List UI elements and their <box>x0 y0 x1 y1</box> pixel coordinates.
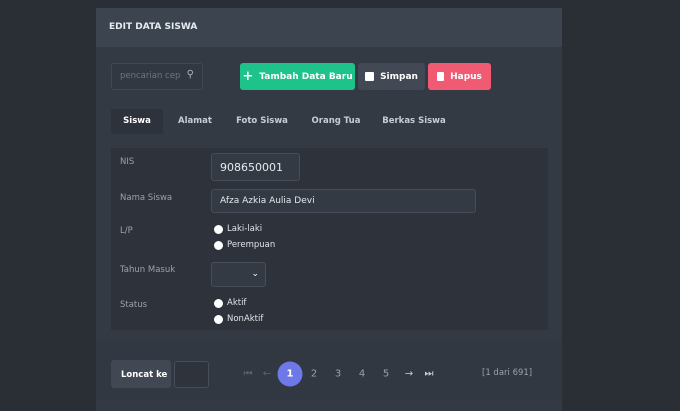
plus-icon: + <box>242 69 254 84</box>
radio-perempuan[interactable]: Perempuan <box>214 240 275 250</box>
tab-berkas-siswa[interactable]: Berkas Siswa <box>378 109 450 134</box>
delete-label: Hapus <box>450 71 482 82</box>
radio-nonaktif[interactable]: NonAktif <box>214 314 263 324</box>
radio-laki-laki[interactable]: Laki-laki <box>214 224 262 234</box>
form-area <box>111 148 548 330</box>
radio-label: Perempuan <box>227 240 276 250</box>
nis-label: NIS <box>120 157 135 167</box>
search-icon: ⚲ <box>186 69 194 80</box>
first-page-icon[interactable]: ⏮ <box>244 369 253 380</box>
last-page-icon[interactable]: ⏭ <box>425 369 434 380</box>
radio-circle <box>214 240 223 250</box>
tab-orang-tua[interactable]: Orang Tua <box>306 109 366 134</box>
radio-label: Laki-laki <box>227 224 263 234</box>
tab-foto-siswa[interactable]: Foto Siswa <box>230 109 294 134</box>
next-page-icon[interactable]: → <box>405 369 413 380</box>
jump-input[interactable] <box>174 361 209 388</box>
lp-label: L/P <box>120 226 133 236</box>
tab-alamat[interactable]: Alamat <box>170 109 220 134</box>
save-button[interactable]: Simpan <box>358 63 425 90</box>
delete-button[interactable]: Hapus <box>428 63 491 90</box>
page-2[interactable]: 2 <box>311 369 317 380</box>
jump-button[interactable]: Loncat ke <box>111 360 171 388</box>
radio-label: Aktif <box>227 298 247 308</box>
status-label: Status <box>120 300 148 310</box>
nama-input[interactable]: Afza Azkia Aulia Devi <box>211 189 476 213</box>
add-button[interactable]: + Tambah Data Baru <box>240 63 355 90</box>
chevron-down-icon: ⌄ <box>251 269 259 279</box>
radio-circle <box>214 298 223 308</box>
radio-circle <box>214 314 223 324</box>
panel-title: EDIT DATA SISWA <box>96 8 562 47</box>
radio-circle <box>214 224 223 234</box>
floppy-icon <box>365 72 375 81</box>
search-input[interactable]: pencarian cep ⚲ <box>111 63 203 90</box>
save-label: Simpan <box>380 71 418 82</box>
nama-label: Nama Siswa <box>120 193 173 203</box>
tab-siswa[interactable]: Siswa <box>111 109 163 134</box>
add-label: Tambah Data Baru <box>259 71 353 82</box>
page-count: [1 dari 691] <box>482 368 533 378</box>
nis-input[interactable]: 908650001 <box>211 153 300 181</box>
trash-icon <box>437 72 445 81</box>
page-4[interactable]: 4 <box>359 369 365 380</box>
prev-page-icon[interactable]: ← <box>263 369 271 380</box>
radio-aktif[interactable]: Aktif <box>214 298 246 308</box>
radio-label: NonAktif <box>227 314 264 324</box>
page-3[interactable]: 3 <box>335 369 341 380</box>
page-1[interactable]: 1 <box>277 361 303 387</box>
tahun-masuk-label: Tahun Masuk <box>120 265 176 275</box>
page-5[interactable]: 5 <box>383 369 389 380</box>
tahun-masuk-select[interactable]: ⌄ <box>211 262 266 287</box>
search-placeholder: pencarian cep <box>120 71 181 81</box>
